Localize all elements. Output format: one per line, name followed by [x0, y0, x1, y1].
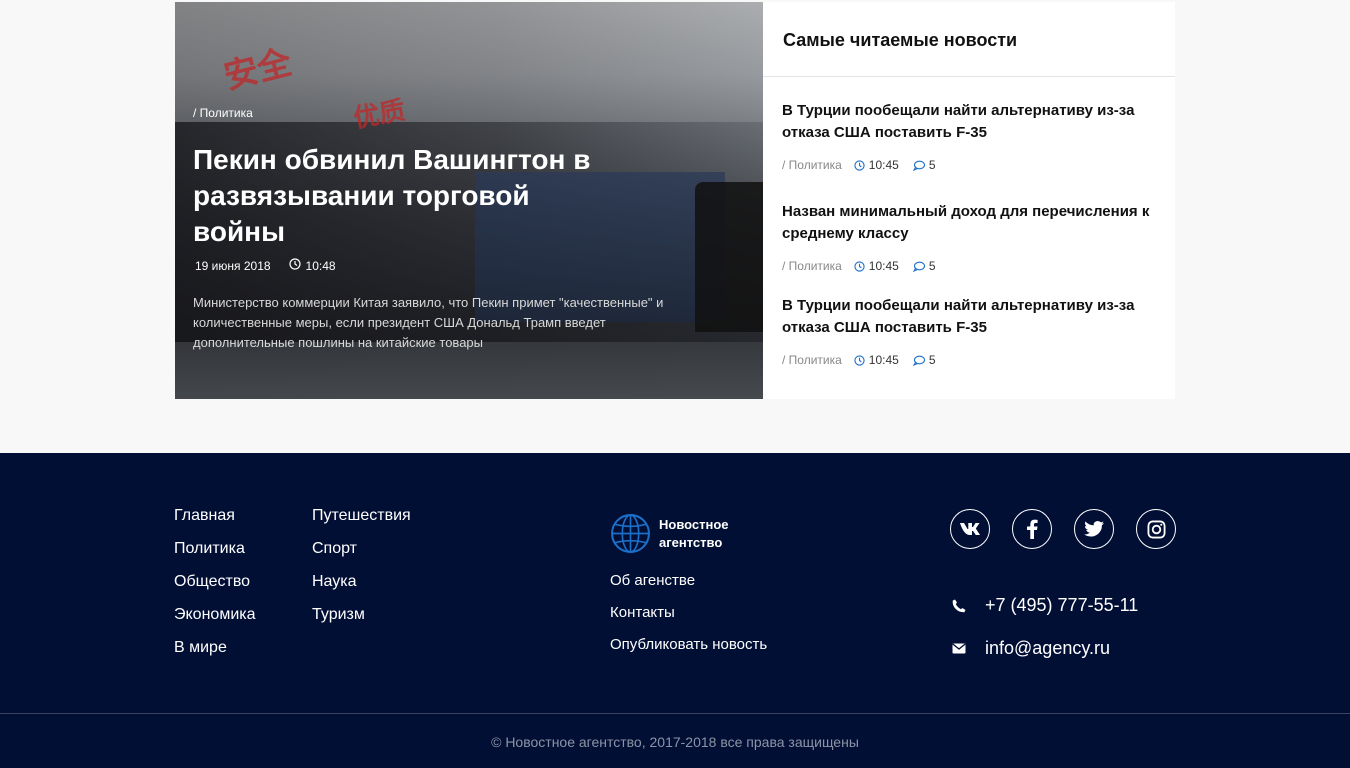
footer-link-sport[interactable]: Спорт: [312, 538, 411, 571]
hero-excerpt: Министерство коммерции Китая заявило, чт…: [193, 295, 664, 350]
news-comments-wrap: 5: [912, 353, 936, 367]
phone-number[interactable]: +7 (495) 777-55-11: [985, 595, 1138, 616]
news-category-link[interactable]: / Политика: [782, 158, 842, 172]
instagram-icon[interactable]: [1136, 509, 1176, 549]
facebook-icon[interactable]: [1012, 509, 1052, 549]
footer-link-politics[interactable]: Политика: [174, 538, 256, 571]
hero-time: 10:48: [305, 258, 336, 273]
hero-image-truck-cab: [695, 182, 763, 332]
envelope-icon: [951, 643, 967, 654]
clock-icon: [854, 159, 865, 171]
hero-title[interactable]: Пекин обвинил Вашингтон в развязывании т…: [193, 142, 613, 250]
footer-logo[interactable]: Новостное агентство: [610, 513, 739, 554]
list-item[interactable]: В Турции пообещали найти альтернативу из…: [782, 295, 1167, 367]
news-meta: / Политика 10:45 5: [782, 259, 1167, 273]
news-meta: / Политика 10:45 5: [782, 158, 1167, 172]
footer-link-society[interactable]: Общество: [174, 571, 256, 604]
news-category-link[interactable]: / Политика: [782, 353, 842, 367]
twitter-icon[interactable]: [1074, 509, 1114, 549]
news-time: 10:45: [868, 259, 899, 273]
news-comments-wrap: 5: [912, 259, 936, 273]
footer-email[interactable]: info@agency.ru: [951, 638, 1110, 659]
news-comments-count: 5: [928, 353, 936, 367]
news-meta: / Политика 10:45 5: [782, 353, 1167, 367]
footer-link-tourism[interactable]: Туризм: [312, 604, 411, 637]
news-time: 10:45: [868, 158, 899, 172]
copyright: © Новостное агентство, 2017-2018 все пра…: [491, 734, 859, 750]
footer-link-home[interactable]: Главная: [174, 505, 256, 538]
clock-icon: [854, 260, 865, 272]
featured-article[interactable]: 安全 优质 / Политика Пекин обвинил Вашингтон…: [175, 2, 763, 399]
email-address[interactable]: info@agency.ru: [985, 638, 1110, 659]
news-title[interactable]: В Турции пообещали найти альтернативу из…: [782, 100, 1167, 144]
news-time-wrap: 10:45: [854, 353, 899, 367]
hero-image-sign-text: 优质: [351, 95, 408, 135]
hero-category-link[interactable]: / Политика: [193, 106, 253, 120]
news-comments-count: 5: [928, 158, 936, 172]
comment-icon: [912, 261, 925, 272]
news-comments-wrap: 5: [912, 158, 936, 172]
phone-icon: [951, 599, 967, 613]
list-item[interactable]: Назван минимальный доход для перечислени…: [782, 201, 1167, 273]
footer-link-contacts[interactable]: Контакты: [610, 604, 767, 636]
footer-nav-column-2: Путешествия Спорт Наука Туризм: [312, 505, 411, 637]
vk-icon[interactable]: [950, 509, 990, 549]
footer-link-about[interactable]: Об агенстве: [610, 572, 767, 604]
clock-icon: [288, 258, 301, 273]
footer-link-publish[interactable]: Опубликовать новость: [610, 636, 767, 668]
hero-date: 19 июня 2018: [195, 258, 271, 273]
footer-link-science[interactable]: Наука: [312, 571, 411, 604]
most-read-panel: Самые читаемые новости В Турции пообещал…: [763, 2, 1175, 399]
footer-about-links: Об агенстве Контакты Опубликовать новост…: [610, 572, 767, 668]
footer-link-economy[interactable]: Экономика: [174, 604, 256, 637]
footer-phone[interactable]: +7 (495) 777-55-11: [951, 595, 1138, 616]
social-links: [950, 509, 1176, 549]
hero-meta: 19 июня 2018 10:48: [195, 258, 336, 273]
footer-nav-column-1: Главная Политика Общество Экономика В ми…: [174, 505, 256, 670]
news-title[interactable]: В Турции пообещали найти альтернативу из…: [782, 295, 1167, 339]
site-footer: Главная Политика Общество Экономика В ми…: [0, 453, 1350, 768]
brand-name: Новостное агентство: [659, 516, 729, 550]
news-title[interactable]: Назван минимальный доход для перечислени…: [782, 201, 1167, 245]
news-comments-count: 5: [928, 259, 936, 273]
footer-link-travel[interactable]: Путешествия: [312, 505, 411, 538]
news-category-link[interactable]: / Политика: [782, 259, 842, 273]
news-time: 10:45: [868, 353, 899, 367]
clock-icon: [854, 354, 865, 366]
comment-icon: [912, 355, 925, 366]
most-read-heading: Самые читаемые новости: [763, 2, 1175, 77]
list-item[interactable]: В Турции пообещали найти альтернативу из…: [782, 100, 1167, 172]
footer-link-world[interactable]: В мире: [174, 637, 256, 670]
comment-icon: [912, 160, 925, 171]
footer-divider: [0, 713, 1350, 714]
globe-icon: [611, 514, 650, 553]
news-time-wrap: 10:45: [854, 259, 899, 273]
news-time-wrap: 10:45: [854, 158, 899, 172]
